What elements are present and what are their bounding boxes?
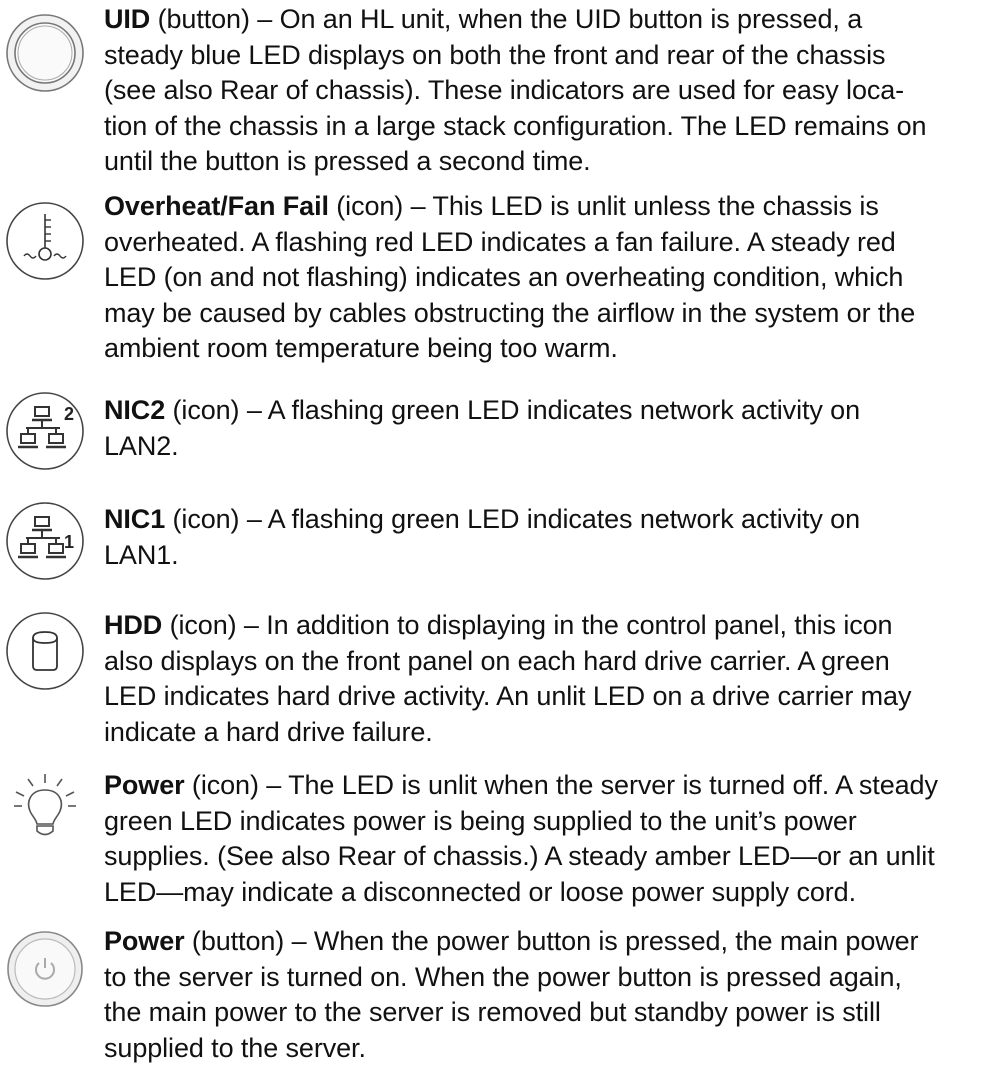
entry-line: supplies. (See also Rear of chassis.) A …: [104, 841, 935, 872]
entry-title: HDD: [104, 610, 163, 640]
entry-title: UID: [104, 4, 151, 34]
entry-nic2-text: NIC2 (icon) – A flashing green LED indic…: [104, 393, 988, 464]
uid-button-icon: [4, 12, 86, 94]
entry-line: tion of the chassis in a large stack con…: [104, 110, 927, 141]
entry-overheat-fan-fail-text: Overheat/Fan Fail (icon) – This LED is u…: [104, 189, 988, 367]
entry-line: may be caused by cables obstructing the …: [104, 297, 916, 328]
entry-hdd-text: HDD (icon) – In addition to displaying i…: [104, 608, 988, 750]
entry-line: – When the power button is pressed, the …: [284, 926, 919, 956]
entry-power-button-text: Power (button) – When the power button i…: [104, 924, 988, 1066]
entry-line: – On an HL unit, when the UID button is …: [249, 4, 863, 34]
entry-uid-text: UID (button) – On an HL unit, when the U…: [104, 2, 988, 180]
svg-text:1: 1: [64, 532, 74, 552]
entry-kind: (icon): [165, 504, 240, 534]
entry-title: NIC1: [104, 504, 166, 534]
entry-line: the main power to the server is removed …: [104, 997, 881, 1028]
entry-title: NIC2: [104, 395, 166, 425]
entry-nic1-text: NIC1 (icon) – A flashing green LED indic…: [104, 502, 988, 573]
entry-line: until the button is pressed a second tim…: [104, 146, 591, 177]
entry-line: (see also Rear of chassis). These indica…: [104, 75, 905, 106]
entry-line: LED—may indicate a disconnected or loose…: [104, 876, 856, 907]
entry-kind: (icon): [184, 770, 259, 800]
nic1-icon: 1: [4, 500, 86, 582]
entry-line: overheated. A flashing red LED indicates…: [104, 226, 896, 257]
svg-text:2: 2: [64, 404, 74, 424]
entry-power-led-text: Power (icon) – The LED is unlit when the…: [104, 768, 988, 910]
entry-line: – The LED is unlit when the server is tu…: [258, 770, 938, 800]
entry-line: supplied to the server.: [104, 1032, 366, 1063]
entry-line: ambient room temperature being too warm.: [104, 333, 618, 364]
entry-line: – In addition to displaying in the contr…: [236, 610, 893, 640]
entry-line: steady blue LED displays on both the fro…: [104, 39, 886, 70]
entry-line: – This LED is unlit unless the chassis i…: [403, 191, 879, 221]
entry-title: Overheat/Fan Fail: [104, 191, 329, 221]
entry-line: LED indicates hard drive activity. An un…: [104, 681, 912, 712]
entry-kind: (icon): [328, 191, 404, 221]
power-led-bulb-icon: [4, 768, 86, 850]
entry-kind: (button): [184, 926, 285, 956]
entry-line: LED (on and not flashing) indicates an o…: [104, 262, 904, 293]
entry-line: – A flashing green LED indicates network…: [239, 395, 861, 425]
entry-kind: (button): [150, 4, 250, 34]
entry-kind: (icon): [162, 610, 237, 640]
power-button-icon: [4, 928, 86, 1010]
entry-title: Power: [104, 926, 185, 956]
entry-kind: (icon): [165, 395, 240, 425]
overheat-fan-fail-icon: [4, 200, 86, 282]
entry-line: LAN1.: [104, 539, 179, 570]
entry-line: also displays on the front panel on each…: [104, 645, 890, 676]
entry-line: LAN2.: [104, 430, 179, 461]
nic2-icon: 2: [4, 390, 86, 472]
entry-line: indicate a hard drive failure.: [104, 716, 433, 747]
entry-title: Power: [104, 770, 185, 800]
entry-line: to the server is turned on. When the pow…: [104, 961, 902, 992]
entry-line: – A flashing green LED indicates network…: [239, 504, 861, 534]
hdd-icon: [4, 610, 86, 692]
entry-line: green LED indicates power is being suppl…: [104, 805, 857, 836]
